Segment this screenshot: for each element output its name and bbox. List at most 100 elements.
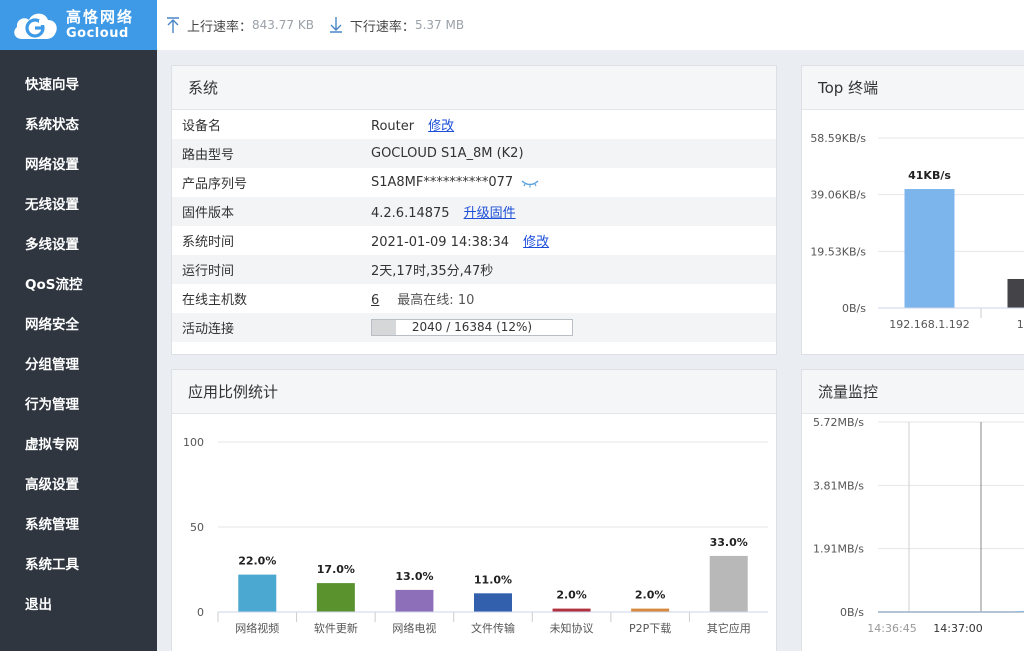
sidebar-item-behavior-management[interactable]: 行为管理: [0, 385, 157, 425]
brand-name-en: Gocloud: [66, 26, 129, 41]
system-time-label: 系统时间: [182, 235, 235, 250]
logo[interactable]: 高恪网络 Gocloud: [0, 0, 157, 50]
serial-label: 产品序列号: [182, 177, 248, 192]
y-tick-label: 58.59KB/s: [810, 132, 866, 145]
active-connections-text: 2040 / 16384 (12%): [411, 320, 533, 334]
sidebar-item-network-settings[interactable]: 网络设置: [0, 145, 157, 185]
x-tick-label: 软件更新: [314, 621, 358, 635]
bar: [238, 574, 277, 612]
download-speed-value: 5.37 MB: [414, 18, 465, 32]
table-row: 活动连接 2040 / 16384 (12%): [172, 313, 776, 342]
app-stats-chart: 100 50 0 22.0% 网络视频 17.0% 软件更新 13.0% 网络电视 11.0% 文件…: [183, 436, 768, 635]
serial-value: S1A8MF**********077: [371, 175, 514, 190]
bar-value-label: 22.0%: [238, 555, 276, 568]
sidebar-item-wireless-settings[interactable]: 无线设置: [0, 185, 157, 225]
bar-value-label: 17.0%: [317, 563, 355, 576]
sidebar-item-system-tools[interactable]: 系统工具: [0, 545, 157, 585]
bar: [709, 555, 748, 612]
sidebar-item-logout[interactable]: 退出: [0, 585, 157, 625]
y-tick-label: 39.06KB/s: [810, 189, 866, 202]
cloud-logo-icon: [10, 7, 60, 43]
series-line: [878, 611, 1024, 613]
x-tick-label: 网络视频: [235, 621, 279, 635]
bar-value-label: 11.0%: [474, 573, 512, 586]
x-tick-label: P2P下载: [629, 622, 671, 635]
table-row: 固件版本 4.2.6.14875 升级固件: [172, 197, 776, 226]
edit-device-name-link[interactable]: 修改: [428, 119, 454, 134]
sidebar-item-system-status[interactable]: 系统状态: [0, 105, 157, 145]
upgrade-firmware-link[interactable]: 升级固件: [464, 206, 516, 221]
sidebar-item-group-management[interactable]: 分组管理: [0, 345, 157, 385]
active-connections-bar: 2040 / 16384 (12%): [371, 319, 573, 336]
download-speed: 下行速率： 5.37 MB: [328, 16, 464, 35]
y-tick-label: 0B/s: [840, 606, 864, 619]
online-hosts-link[interactable]: 6: [371, 293, 379, 308]
sidebar-item-vpn[interactable]: 虚拟专网: [0, 425, 157, 465]
uptime-label: 运行时间: [182, 264, 235, 279]
y-tick-label: 0: [197, 606, 204, 619]
model-label: 路由型号: [182, 148, 235, 163]
bar: [474, 593, 512, 612]
system-time-value: 2021-01-09 14:38:34: [371, 235, 510, 250]
y-tick-label: 19.53KB/s: [810, 245, 866, 258]
traffic-monitor-panel: 流量监控 5.72MB/s 3.81MB/s 1.91MB/s 0B/s 14:36:4…: [801, 369, 1024, 651]
x-tick-label: 14:37:00: [933, 622, 982, 635]
firmware-label: 固件版本: [182, 206, 235, 221]
table-row: 路由型号 GOCLOUD S1A_8M (K2): [172, 139, 776, 168]
x-tick-label: 网络电视: [392, 621, 436, 635]
y-tick-label: 100: [183, 436, 204, 449]
top-terminals-panel: Top 终端 58.59KB/s 39.06KB/s 19.53KB/s 0B/s 41…: [801, 65, 1024, 355]
bar-value-label: 33.0%: [710, 536, 748, 549]
app-stats-panel: 应用比例统计 100 50 0 22.0% 网络视频 17.0% 软件更新 13.0% 网络电视…: [171, 369, 777, 651]
y-tick-label: 1.91MB/s: [813, 543, 864, 556]
x-tick-label: 未知协议: [550, 621, 594, 635]
table-row: 在线主机数 6 最高在线: 10: [172, 284, 776, 313]
eye-closed-icon[interactable]: [521, 178, 539, 188]
device-name-value: Router: [371, 119, 415, 134]
table-row: 运行时间 2天,17时,35分,47秒: [172, 255, 776, 284]
bar-value-label: 2.0%: [635, 589, 666, 602]
bar-value-label: 13.0%: [395, 570, 433, 583]
download-speed-label: 下行速率：: [349, 19, 415, 35]
traffic-monitor-title: 流量监控: [802, 370, 1024, 414]
y-tick-label: 0B/s: [842, 302, 866, 315]
x-tick-label: 文件传输: [471, 621, 515, 635]
x-tick-label: 14:36:45: [867, 622, 916, 635]
bar: [552, 608, 591, 612]
upload-arrow-icon: [167, 17, 179, 33]
bar: [631, 608, 670, 612]
sidebar-item-qos[interactable]: QoS流控: [0, 265, 157, 305]
sidebar-item-system-management[interactable]: 系统管理: [0, 505, 157, 545]
sidebar-item-advanced-settings[interactable]: 高级设置: [0, 465, 157, 505]
system-panel: 系统 设备名 Router 修改 路由型号 GOCLOUD S1A_8M (K2)…: [171, 65, 777, 355]
y-tick-label: 5.72MB/s: [813, 416, 864, 429]
model-value: GOCLOUD S1A_8M (K2): [371, 146, 524, 161]
sidebar-item-quick-guide[interactable]: 快速向导: [0, 65, 157, 105]
device-name-label: 设备名: [182, 119, 222, 134]
y-tick-label: 3.81MB/s: [813, 479, 864, 492]
table-row: 系统时间 2021-01-09 14:38:34 修改: [172, 226, 776, 255]
system-panel-title: 系统: [172, 66, 776, 110]
bar: [395, 589, 434, 612]
app-stats-title: 应用比例统计: [172, 370, 776, 414]
system-info-table: 设备名 Router 修改 路由型号 GOCLOUD S1A_8M (K2) 产品…: [172, 110, 776, 342]
top-bar: 上行速率： 843.77 KB 下行速率： 5.37 MB: [157, 0, 1024, 50]
sidebar: 高恪网络 Gocloud 快速向导 系统状态 网络设置 无线设置 多线设置 Qo…: [0, 0, 157, 651]
bar-value-label: 2.0%: [556, 589, 587, 602]
upload-speed-label: 上行速率：: [187, 19, 253, 35]
upload-speed: 上行速率： 843.77 KB: [165, 16, 314, 35]
bar-value-label: 41KB/s: [908, 169, 951, 182]
top-terminals-chart: 58.59KB/s 39.06KB/s 19.53KB/s 0B/s 41KB/s 192…: [810, 132, 1024, 331]
edit-time-link[interactable]: 修改: [523, 235, 549, 250]
x-tick-label: 其它应用: [707, 621, 751, 635]
sidebar-item-network-security[interactable]: 网络安全: [0, 305, 157, 345]
table-row: 产品序列号 S1A8MF**********077: [172, 168, 776, 197]
x-tick-label: 192.168.1.192: [889, 318, 969, 331]
y-tick-label: 50: [190, 521, 204, 534]
sidebar-item-multiline-settings[interactable]: 多线设置: [0, 225, 157, 265]
upload-speed-value: 843.77 KB: [252, 18, 314, 32]
sidebar-nav: 快速向导 系统状态 网络设置 无线设置 多线设置 QoS流控 网络安全 分组管理…: [0, 65, 157, 625]
x-tick-label: 192.1: [1017, 318, 1024, 331]
bar: [904, 189, 955, 308]
brand-name-cn: 高恪网络: [66, 8, 135, 26]
